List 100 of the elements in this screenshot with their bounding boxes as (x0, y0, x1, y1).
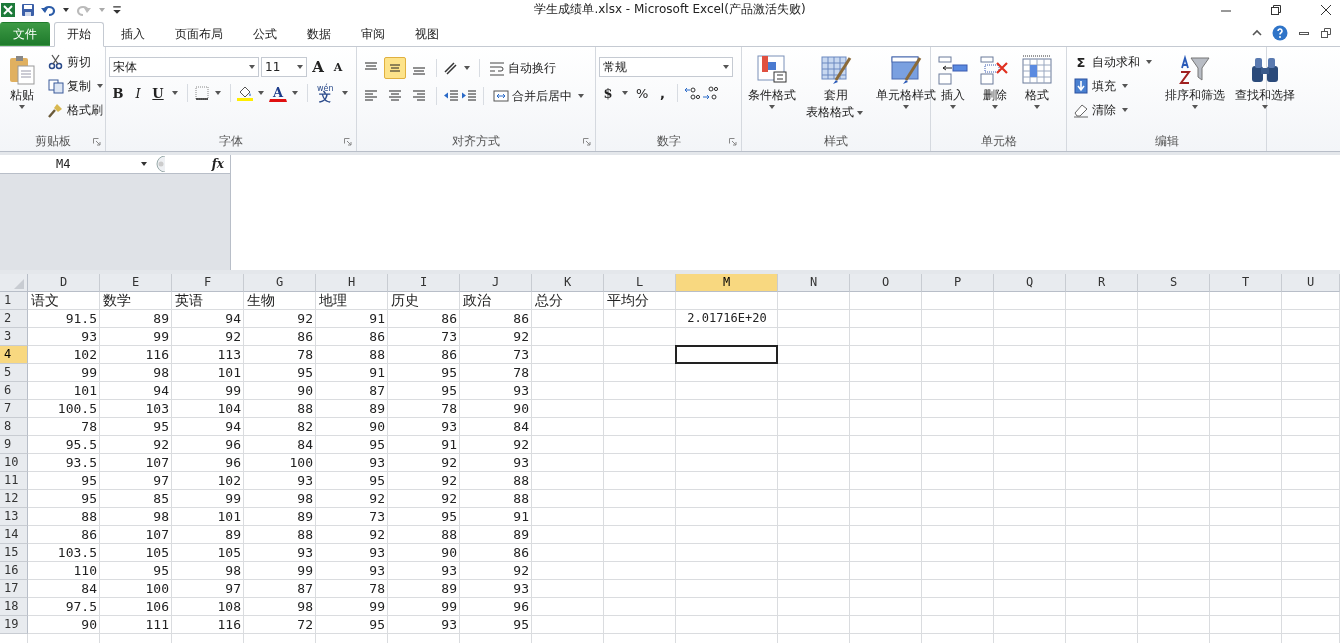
row-header[interactable]: 18 (0, 598, 28, 616)
column-header[interactable]: N (778, 274, 850, 292)
column-header[interactable]: U (1282, 274, 1340, 292)
row-header[interactable]: 19 (0, 616, 28, 634)
column-header[interactable]: D (28, 274, 100, 292)
clear-button[interactable]: 清除 (1070, 99, 1158, 121)
font-name-dropdown[interactable]: 宋体 (109, 57, 259, 77)
excel-logo-icon[interactable] (0, 1, 16, 18)
grow-font-button[interactable]: A (309, 57, 327, 77)
decrease-indent-icon[interactable] (443, 88, 459, 104)
column-header[interactable]: R (1066, 274, 1138, 292)
dialog-launcher-icon[interactable] (344, 138, 352, 146)
caret-icon[interactable] (63, 7, 69, 12)
caret-icon[interactable] (464, 66, 470, 70)
currency-button[interactable]: $ (599, 83, 617, 103)
text-orientation-icon[interactable] (443, 60, 459, 76)
column-header[interactable]: K (532, 274, 604, 292)
column-header[interactable]: P (922, 274, 994, 292)
column-header[interactable]: H (316, 274, 388, 292)
caret-icon[interactable] (292, 91, 298, 95)
merge-center-button[interactable]: 合并后居中 (490, 85, 590, 107)
ribbon-tab[interactable]: 插入 (108, 22, 158, 46)
comma-button[interactable]: , (653, 83, 672, 103)
dialog-launcher-icon[interactable] (93, 138, 101, 146)
column-header[interactable]: F (172, 274, 244, 292)
autosum-button[interactable]: Σ 自动求和 (1070, 51, 1158, 73)
restore-icon[interactable] (1320, 27, 1332, 39)
conditional-formatting-button[interactable]: 条件格式 (745, 51, 799, 112)
ribbon-tab[interactable]: 数据 (294, 22, 344, 46)
row-header[interactable]: 2 (0, 310, 28, 328)
number-format-dropdown[interactable]: 常规 (599, 57, 733, 77)
insert-function-button[interactable]: fx (211, 157, 224, 171)
increase-indent-icon[interactable] (461, 88, 477, 104)
column-header[interactable]: J (460, 274, 532, 292)
cut-button[interactable]: 剪切 (45, 51, 109, 73)
row-header[interactable]: 1 (0, 292, 28, 310)
ribbon-tab[interactable]: 公式 (240, 22, 290, 46)
italic-button[interactable]: I (129, 83, 147, 103)
cell-styles-button[interactable]: 单元格样式 (873, 51, 939, 112)
column-header[interactable]: E (100, 274, 172, 292)
row-header[interactable]: 6 (0, 382, 28, 400)
dialog-launcher-icon[interactable] (729, 138, 737, 146)
row-header[interactable]: 9 (0, 436, 28, 454)
fill-color-icon[interactable] (237, 85, 253, 101)
column-header[interactable]: T (1210, 274, 1282, 292)
restore-icon[interactable] (1270, 3, 1282, 16)
customize-toolbar-icon[interactable] (112, 4, 122, 15)
copy-button[interactable]: 复制 (45, 75, 109, 97)
column-header[interactable]: Q (994, 274, 1066, 292)
row-header[interactable]: 10 (0, 454, 28, 472)
bold-button[interactable]: B (109, 83, 127, 103)
row-header[interactable]: 3 (0, 328, 28, 346)
format-as-table-button[interactable]: 套用 表格格式 (803, 51, 869, 123)
save-icon[interactable] (20, 1, 36, 18)
decrease-decimal-icon[interactable] (702, 85, 719, 101)
font-color-button[interactable]: A (269, 84, 287, 102)
row-header[interactable]: 8 (0, 418, 28, 436)
row-header[interactable]: 17 (0, 580, 28, 598)
column-header[interactable]: L (604, 274, 676, 292)
dialog-launcher-icon[interactable] (583, 138, 591, 146)
column-header[interactable]: M (676, 274, 778, 292)
fill-button[interactable]: 填充 (1070, 75, 1158, 97)
row-header[interactable]: 4 (0, 346, 28, 364)
font-size-dropdown[interactable]: 11 (261, 57, 307, 77)
wrap-text-button[interactable]: 自动换行 (486, 57, 559, 79)
row-header[interactable]: 11 (0, 472, 28, 490)
caret-icon[interactable] (215, 91, 221, 95)
row-header[interactable]: 15 (0, 544, 28, 562)
delete-cells-button[interactable]: 删除 (976, 51, 1014, 112)
ribbon-tab[interactable]: 页面布局 (162, 22, 236, 46)
row-header[interactable]: 13 (0, 508, 28, 526)
column-header[interactable]: G (244, 274, 316, 292)
ribbon-tab[interactable]: 审阅 (348, 22, 398, 46)
close-icon[interactable] (1320, 3, 1332, 16)
name-box[interactable]: M4 (0, 157, 150, 171)
paste-button[interactable]: 粘贴 (3, 51, 41, 112)
collapse-ribbon-icon[interactable] (1252, 28, 1262, 38)
column-header[interactable]: S (1138, 274, 1210, 292)
file-tab[interactable]: 文件 (0, 22, 50, 46)
row-header[interactable]: 12 (0, 490, 28, 508)
ribbon-tab[interactable]: 开始 (54, 22, 104, 47)
caret-icon[interactable] (258, 91, 264, 95)
selected-cell[interactable] (675, 345, 778, 364)
ribbon-tab[interactable]: 视图 (402, 22, 452, 46)
find-select-button[interactable]: 查找和选择 (1232, 51, 1298, 112)
format-cells-button[interactable]: 格式 (1018, 51, 1056, 112)
percent-button[interactable]: % (633, 83, 652, 103)
align-middle-icon[interactable] (384, 57, 406, 79)
phonetic-button[interactable]: wén 文 (314, 83, 337, 103)
format-painter-button[interactable]: 格式刷 (45, 99, 109, 121)
underline-button[interactable]: U (149, 83, 167, 103)
row-header[interactable]: 5 (0, 364, 28, 382)
row-header[interactable]: 14 (0, 526, 28, 544)
borders-icon[interactable] (194, 85, 210, 101)
sort-filter-button[interactable]: 排序和筛选 (1162, 51, 1228, 112)
increase-decimal-icon[interactable] (684, 85, 701, 101)
row-header[interactable]: 16 (0, 562, 28, 580)
caret-icon[interactable] (622, 91, 628, 95)
caret-icon[interactable] (172, 91, 178, 95)
caret-icon[interactable] (341, 91, 348, 95)
